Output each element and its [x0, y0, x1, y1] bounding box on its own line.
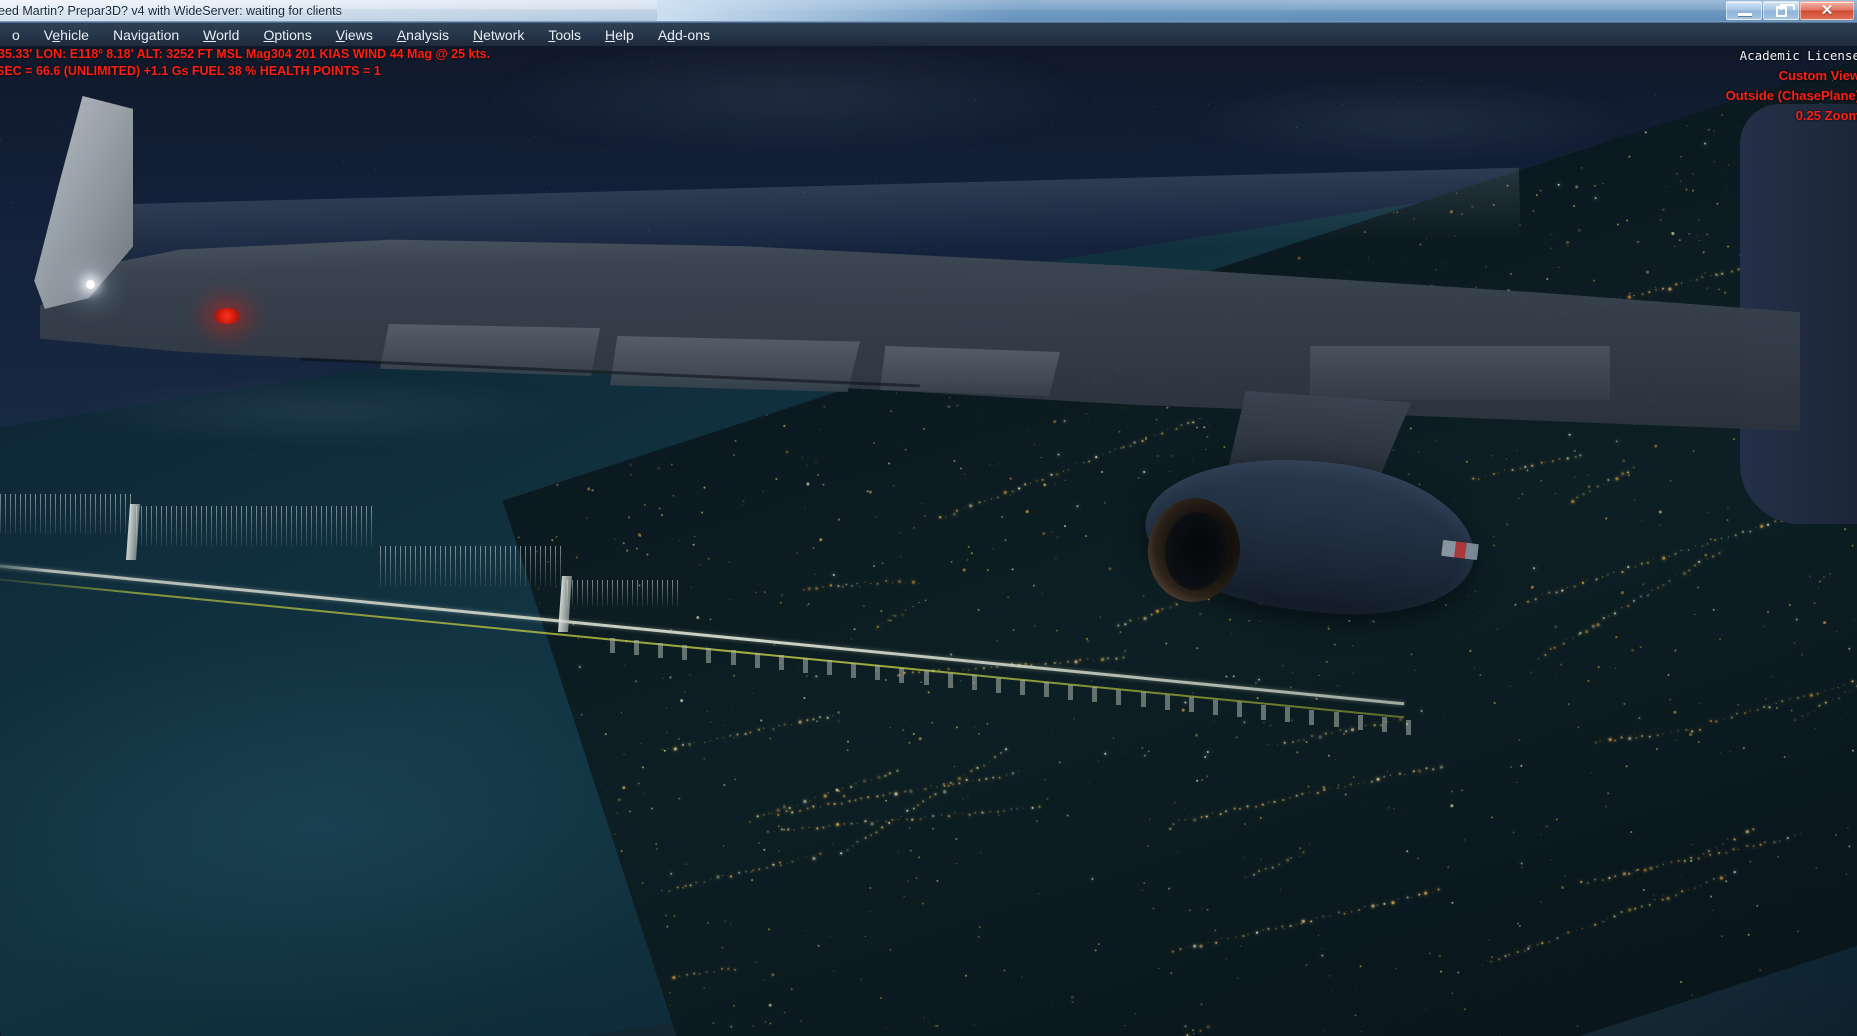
hud-view-overlay: Academic License Custom View Outside (Ch…: [1726, 46, 1857, 126]
menu-item-world[interactable]: World: [191, 25, 251, 45]
menu-item-vehicle[interactable]: Vehicle: [32, 25, 101, 45]
menu-item-help[interactable]: Help: [593, 25, 646, 45]
license-label: Academic License: [1726, 46, 1857, 66]
navigation-light-icon: [86, 280, 95, 289]
hud-info-overlay: 35.33' LON: E118º 8.18' ALT: 3252 FT MSL…: [0, 46, 490, 80]
menu-label: Help: [605, 27, 634, 43]
wing-panel: [610, 336, 860, 392]
simulator-viewport[interactable]: 35.33' LON: E118º 8.18' ALT: 3252 FT MSL…: [0, 46, 1857, 1036]
menu-item-options[interactable]: Options: [251, 25, 323, 45]
window-title: eed Martin? Prepar3D? v4 with WideServer…: [0, 4, 342, 18]
menu-label: Analysis: [397, 27, 449, 43]
menu-label: Network: [473, 27, 524, 43]
menu-bar: o Vehicle Navigation World Options Views…: [0, 22, 1857, 46]
menu-item-analysis[interactable]: Analysis: [385, 25, 461, 45]
window-controls: ✕: [1726, 1, 1854, 20]
close-icon: ✕: [1801, 2, 1853, 19]
minimize-button[interactable]: [1726, 1, 1762, 20]
hud-position-line: 35.33' LON: E118º 8.18' ALT: 3252 FT MSL…: [0, 46, 490, 63]
menu-label: Add-ons: [658, 27, 710, 43]
close-button[interactable]: ✕: [1800, 1, 1854, 20]
wing-panel: [1310, 346, 1610, 400]
view-name-label: Custom View: [1726, 66, 1857, 86]
view-mode-label: Outside (ChasePlane): [1726, 86, 1857, 106]
menu-item-views[interactable]: Views: [324, 25, 385, 45]
wing-panel: [880, 346, 1060, 396]
beacon-light-icon: [213, 308, 241, 324]
menu-label: World: [203, 27, 239, 43]
hud-status-line: SEC = 66.6 (UNLIMITED) +1.1 Gs FUEL 38 %…: [0, 63, 490, 80]
zoom-level-label: 0.25 Zoom: [1726, 106, 1857, 126]
menu-label: Navigation: [113, 27, 179, 43]
menu-item-addons[interactable]: Add-ons: [646, 25, 722, 45]
prepar3d-window: eed Martin? Prepar3D? v4 with WideServer…: [0, 0, 1857, 1036]
menu-item-network[interactable]: Network: [461, 25, 536, 45]
menu-item-navigation[interactable]: Navigation: [101, 25, 191, 45]
restore-button[interactable]: [1763, 1, 1799, 20]
menu-label: Views: [336, 27, 373, 43]
menu-item-file[interactable]: o: [0, 25, 32, 45]
menu-label: o: [12, 27, 20, 43]
menu-label: Vehicle: [44, 27, 89, 43]
menu-item-tools[interactable]: Tools: [536, 25, 593, 45]
menu-label: Options: [263, 27, 311, 43]
title-bar-fill: [657, 0, 1857, 22]
title-bar[interactable]: eed Martin? Prepar3D? v4 with WideServer…: [0, 0, 1857, 22]
restore-icon: [1776, 6, 1787, 17]
minimize-icon: [1738, 13, 1752, 16]
menu-label: Tools: [548, 27, 581, 43]
aircraft: [0, 46, 1857, 1036]
